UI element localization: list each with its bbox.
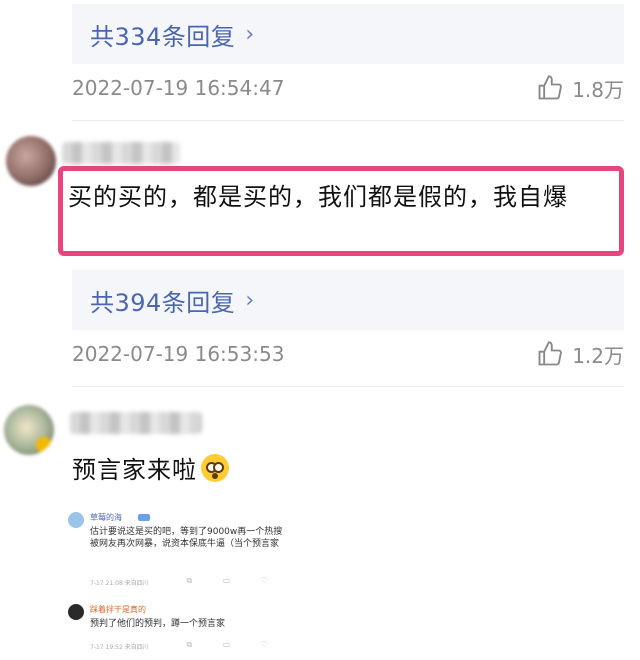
reply-count-label: 共394条回复 [90,288,236,317]
timestamp: 2022-07-19 16:54:47 [72,76,285,100]
chevron-right-icon: › [245,287,255,313]
thumbs-up-icon [538,341,563,366]
thumbs-up-icon [538,75,563,100]
embedded-action-icons: ⧉ ▭ ♡ [186,640,282,649]
avatar[interactable] [6,136,56,186]
view-replies-button[interactable]: 共334条回复 › [72,4,624,64]
comment-meta: 2022-07-19 16:53:53 1.2万 [72,334,624,374]
embedded-username: 踩着拌干是真的 [90,605,146,614]
like-count: 1.2万 [572,343,624,368]
timestamp: 2022-07-19 16:53:53 [72,342,285,366]
embedded-action-icons: ⧉ ▭ ♡ [186,576,282,585]
like-count: 1.8万 [572,77,624,102]
like-button[interactable]: 1.2万 [536,340,624,369]
embedded-meta: 7-17 21:08 来自四川 [90,580,149,587]
username-blurred[interactable] [70,412,202,434]
comment-body: 预言家来啦 [72,450,229,485]
divider [72,386,624,387]
astonished-face-emoji-icon [201,453,229,482]
comment-meta: 2022-07-19 16:54:47 1.8万 [72,68,624,108]
username-blurred[interactable] [62,142,180,164]
avatar [68,512,84,528]
comment-text: 买的买的，都是买的，我们都是假的，我自爆 [68,183,568,211]
comment-text: 预言家来啦 [72,456,197,484]
avatar [68,604,84,620]
like-button[interactable]: 1.8万 [536,74,624,103]
avatar[interactable] [4,405,54,455]
embedded-screenshot[interactable]: 草莓的海 估计要说这是买的吧，等到了9000w再一个热搜被网友再次网暴，说资本保… [68,496,290,660]
embedded-username: 草莓的海 [90,513,122,522]
verified-badge-icon [36,437,52,453]
reply-count-label: 共334条回复 [90,22,236,51]
view-replies-button[interactable]: 共394条回复 › [72,270,624,330]
divider [72,120,624,121]
embedded-comment-text: 预判了他们的预判，蹲一个预言家 [90,619,226,629]
embedded-meta: 7-17 19:52 来自四川 [90,644,149,651]
user-tag [138,514,150,521]
embedded-comment-text: 估计要说这是买的吧，等到了9000w再一个热搜被网友再次网暴，说资本保底牛逼（当… [90,527,283,549]
chevron-right-icon: › [245,21,255,47]
